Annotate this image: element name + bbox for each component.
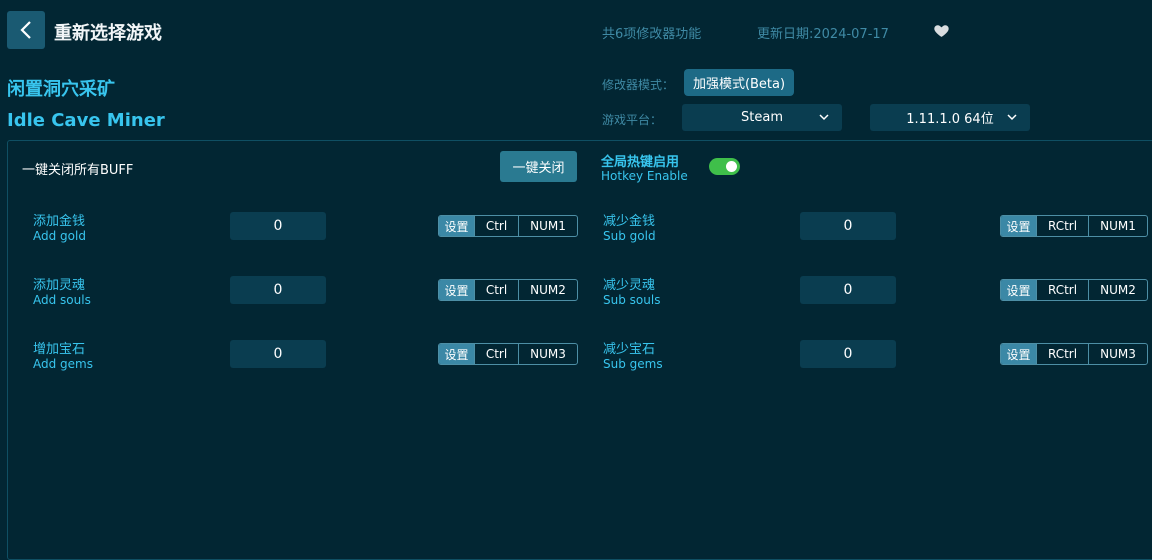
option-label-cn: 减少金钱 xyxy=(603,214,656,229)
hotkey-set-button[interactable]: 设置 xyxy=(1001,344,1036,364)
add-souls-hotkey[interactable]: 设置 Ctrl NUM2 xyxy=(438,279,578,301)
chevron-down-icon xyxy=(1007,114,1017,121)
hotkey-key: NUM1 xyxy=(1088,216,1147,236)
option-label-en: Add souls xyxy=(33,293,91,307)
mode-label: 修改器模式： xyxy=(602,78,675,92)
add-gold-hotkey[interactable]: 设置 Ctrl NUM1 xyxy=(438,215,578,237)
cheat-panel xyxy=(7,140,1152,560)
hotkey-key: NUM1 xyxy=(518,216,577,236)
option-label-cn: 添加灵魂 xyxy=(33,278,86,293)
option-label-cn: 减少灵魂 xyxy=(603,278,656,293)
add-gems-input[interactable]: 0 xyxy=(230,340,326,368)
hotkey-key: NUM3 xyxy=(518,344,577,364)
hotkey-set-button[interactable]: 设置 xyxy=(439,216,474,236)
option-sub-gold: 减少金钱 Sub gold xyxy=(603,210,656,243)
add-gold-input[interactable]: 0 xyxy=(230,212,326,240)
sub-gems-input[interactable]: 0 xyxy=(800,340,896,368)
platform-label: 游戏平台： xyxy=(602,113,663,127)
option-sub-souls: 减少灵魂 Sub souls xyxy=(603,274,660,307)
platform-dropdown[interactable]: Steam xyxy=(682,104,842,131)
disable-all-label: 一键关闭所有BUFF xyxy=(22,163,134,178)
option-add-gems: 增加宝石 Add gems xyxy=(33,338,93,371)
platform-value: Steam xyxy=(741,110,783,125)
version-value: 1.11.1.0 64位 xyxy=(906,112,994,127)
sub-gems-hotkey[interactable]: 设置 RCtrl NUM3 xyxy=(1000,343,1148,365)
sub-souls-hotkey[interactable]: 设置 RCtrl NUM2 xyxy=(1000,279,1148,301)
hotkey-modifier: Ctrl xyxy=(474,216,518,236)
chevron-down-icon xyxy=(819,114,829,121)
back-icon xyxy=(20,21,31,39)
update-date: 更新日期:2024-07-17 xyxy=(757,27,889,42)
hotkey-toggle[interactable] xyxy=(709,158,740,175)
hotkey-modifier: RCtrl xyxy=(1036,280,1088,300)
hotkey-set-button[interactable]: 设置 xyxy=(439,280,474,300)
sub-souls-input[interactable]: 0 xyxy=(800,276,896,304)
option-label-en: Add gems xyxy=(33,357,93,371)
hotkey-label-en: Hotkey Enable xyxy=(601,169,688,183)
hotkey-set-button[interactable]: 设置 xyxy=(439,344,474,364)
sub-gold-hotkey[interactable]: 设置 RCtrl NUM1 xyxy=(1000,215,1148,237)
hotkey-set-button[interactable]: 设置 xyxy=(1001,280,1036,300)
version-dropdown[interactable]: 1.11.1.0 64位 xyxy=(870,104,1030,131)
hotkey-key: NUM3 xyxy=(1088,344,1147,364)
option-label-cn: 增加宝石 xyxy=(33,342,86,357)
hotkey-modifier: Ctrl xyxy=(474,280,518,300)
page-title: 重新选择游戏 xyxy=(54,23,162,44)
option-add-gold: 添加金钱 Add gold xyxy=(33,210,86,243)
hotkey-key: NUM2 xyxy=(1088,280,1147,300)
add-souls-input[interactable]: 0 xyxy=(230,276,326,304)
hotkey-key: NUM2 xyxy=(518,280,577,300)
option-label-en: Add gold xyxy=(33,229,86,243)
hotkey-modifier: RCtrl xyxy=(1036,344,1088,364)
hotkey-label-cn: 全局热键启用 xyxy=(601,155,680,170)
mode-button[interactable]: 加强模式(Beta) xyxy=(684,69,794,96)
hotkey-modifier: Ctrl xyxy=(474,344,518,364)
game-name-cn: 闲置洞穴采矿 xyxy=(7,79,115,100)
heart-icon[interactable] xyxy=(933,22,950,39)
option-label-en: Sub gold xyxy=(603,229,656,243)
option-label-en: Sub gems xyxy=(603,357,663,371)
close-all-button[interactable]: 一键关闭 xyxy=(500,151,577,182)
toggle-knob xyxy=(726,161,737,172)
game-name-en: Idle Cave Miner xyxy=(7,110,165,131)
hotkey-modifier: RCtrl xyxy=(1036,216,1088,236)
option-add-souls: 添加灵魂 Add souls xyxy=(33,274,91,307)
back-button[interactable] xyxy=(7,11,45,49)
option-sub-gems: 减少宝石 Sub gems xyxy=(603,338,663,371)
option-label-en: Sub souls xyxy=(603,293,661,307)
option-label-cn: 减少宝石 xyxy=(603,342,656,357)
feature-count: 共6项修改器功能 xyxy=(602,27,702,42)
add-gems-hotkey[interactable]: 设置 Ctrl NUM3 xyxy=(438,343,578,365)
hotkey-set-button[interactable]: 设置 xyxy=(1001,216,1036,236)
option-label-cn: 添加金钱 xyxy=(33,214,86,229)
sub-gold-input[interactable]: 0 xyxy=(800,212,896,240)
